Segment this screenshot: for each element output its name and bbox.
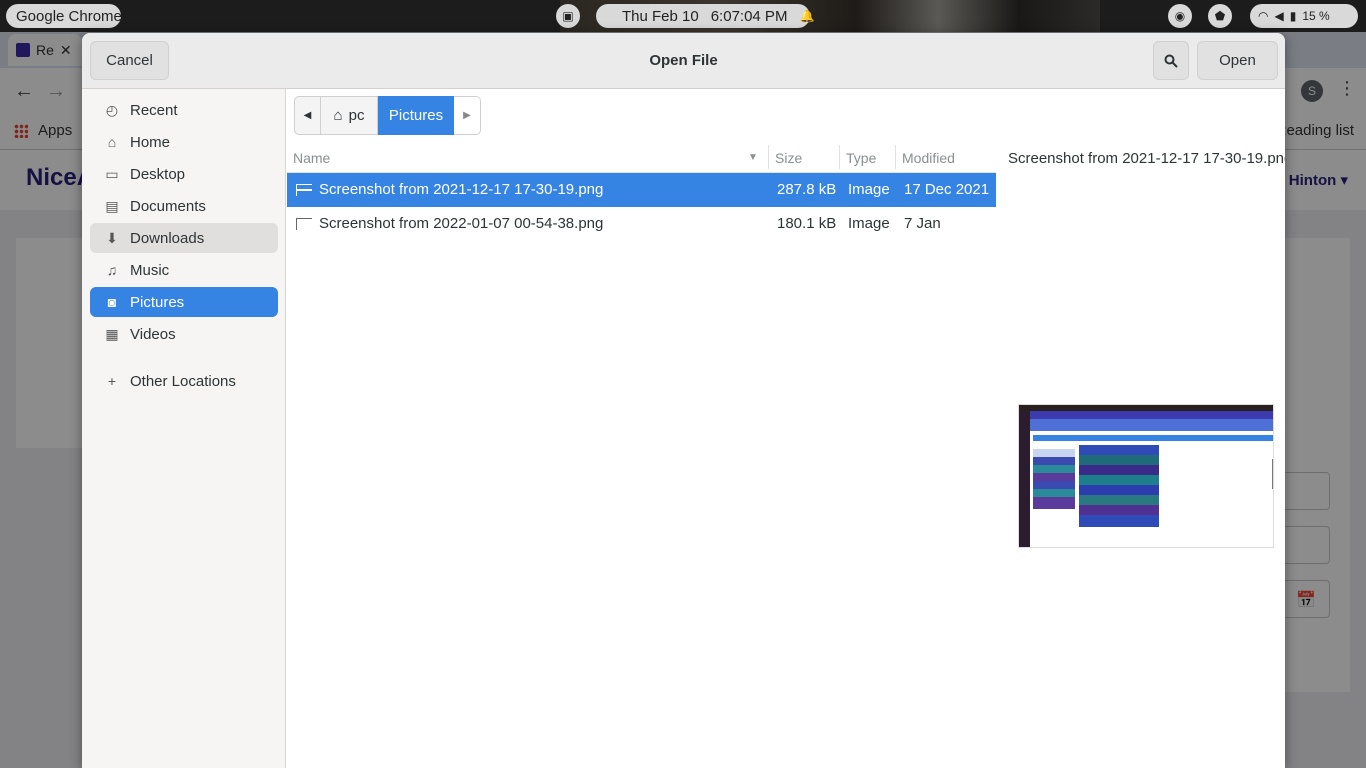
file-row[interactable]: Screenshot from 2022-01-07 00-54-38.png … <box>287 207 996 241</box>
path-home-label: pc <box>348 107 365 124</box>
preview-thumbnail <box>1018 404 1274 548</box>
download-icon: ⬇ <box>106 229 118 246</box>
file-modified: 7 Jan <box>904 215 941 232</box>
sidebar-item-pictures[interactable]: ◙ Pictures <box>90 287 278 317</box>
column-name[interactable]: Name <box>293 150 330 166</box>
sidebar-item-label: Music <box>130 261 170 279</box>
documents-icon: ▤ <box>105 197 119 214</box>
search-button[interactable] <box>1153 41 1189 80</box>
sidebar-item-videos[interactable]: ▦ Videos <box>90 319 278 349</box>
film-icon: ▦ <box>105 325 119 342</box>
column-divider <box>768 145 769 169</box>
file-size: 180.1 kB <box>777 215 837 232</box>
path-home-button[interactable]: ⌂ pc <box>321 96 378 135</box>
indicator-icon[interactable]: ◉ <box>1168 4 1192 28</box>
path-scroll-right-button[interactable]: ▶ <box>454 96 481 135</box>
sidebar-item-home[interactable]: ⌂ Home <box>90 127 278 157</box>
file-size: 287.8 kB <box>777 181 837 198</box>
path-scroll-left-button[interactable]: ◀ <box>294 96 321 135</box>
column-divider <box>895 145 896 169</box>
file-name: Screenshot from 2022-01-07 00-54-38.png <box>319 215 604 232</box>
sidebar-item-label: Downloads <box>130 229 205 247</box>
file-row[interactable]: Screenshot from 2021-12-17 17-30-19.png … <box>287 173 996 207</box>
shield-icon[interactable]: ⬟ <box>1208 4 1232 28</box>
sidebar-item-label: Other Locations <box>130 372 236 390</box>
file-type: Image <box>848 215 890 232</box>
dialog-title: Open File <box>649 52 718 69</box>
sidebar-item-recent[interactable]: ◴ Recent <box>90 95 278 125</box>
sidebar-item-documents[interactable]: ▤ Documents <box>90 191 278 221</box>
music-icon: ♫ <box>106 262 118 278</box>
sidebar-item-label: Documents <box>130 197 206 215</box>
plus-icon: + <box>107 373 117 389</box>
sidebar-item-label: Videos <box>130 325 176 343</box>
sidebar-item-label: Home <box>130 133 171 151</box>
sidebar-item-desktop[interactable]: ▭ Desktop <box>90 159 278 189</box>
image-file-icon <box>296 218 312 230</box>
path-current-button[interactable]: Pictures <box>378 96 454 135</box>
sidebar-item-label: Recent <box>130 101 178 119</box>
home-icon: ⌂ <box>333 107 343 124</box>
system-top-bar: Google Chrome ▣ Thu Feb 10 6:07:04 PM 🔔 … <box>0 0 1366 32</box>
places-sidebar: ◴ Recent ⌂ Home ▭ Desktop ▤ Documents ⬇ Downl… <box>82 89 286 768</box>
open-button[interactable]: Open <box>1197 41 1278 80</box>
open-file-dialog: Cancel Open File Open ◴ Recent ⌂ Home ▭ Des… <box>82 33 1285 768</box>
path-bar: ◀ ⌂ pc Pictures ▶ <box>294 96 481 135</box>
app-menu[interactable]: Google Chrome <box>6 4 122 28</box>
sort-down-icon[interactable]: ▼ <box>748 152 758 163</box>
sidebar-item-downloads[interactable]: ⬇ Downloads <box>90 223 278 253</box>
file-type: Image <box>848 181 890 198</box>
image-file-icon <box>296 184 312 196</box>
preview-file-name: Screenshot from 2021-12-17 17-30-19.png <box>1008 150 1285 167</box>
workspace-icon[interactable]: ▣ <box>556 4 580 28</box>
column-size[interactable]: Size <box>775 150 802 166</box>
column-type[interactable]: Type <box>846 150 876 166</box>
clock-icon: ◴ <box>105 101 119 118</box>
time-label: 6:07:04 PM <box>710 7 788 25</box>
column-modified[interactable]: Modified <box>902 150 955 166</box>
date-label: Thu Feb 10 <box>622 7 699 25</box>
file-list-header: Name ▼ Size Type Modified <box>287 141 996 173</box>
sidebar-item-other-locations[interactable]: + Other Locations <box>90 366 278 396</box>
column-divider <box>839 145 840 169</box>
volume-icon: ◀ <box>1274 9 1284 23</box>
search-icon <box>1164 54 1178 68</box>
home-icon: ⌂ <box>107 134 117 150</box>
dialog-headerbar: Cancel Open File Open <box>82 33 1285 89</box>
sidebar-item-music[interactable]: ♫ Music <box>90 255 278 285</box>
battery-percent: 15 % <box>1302 9 1330 23</box>
system-tray[interactable]: ◠ ◀ ▮ 15 % <box>1250 4 1358 28</box>
sidebar-item-label: Pictures <box>130 293 185 311</box>
battery-icon: ▮ <box>1289 9 1297 23</box>
bell-icon: 🔔 <box>799 9 815 23</box>
sidebar-item-label: Desktop <box>130 165 186 183</box>
file-modified: 17 Dec 2021 <box>904 181 990 198</box>
clock-menu[interactable]: Thu Feb 10 6:07:04 PM 🔔 <box>596 4 814 28</box>
wifi-icon: ◠ <box>1258 9 1269 23</box>
desktop-icon: ▭ <box>105 165 119 182</box>
file-name: Screenshot from 2021-12-17 17-30-19.png <box>319 181 604 198</box>
camera-icon: ◙ <box>107 294 117 310</box>
